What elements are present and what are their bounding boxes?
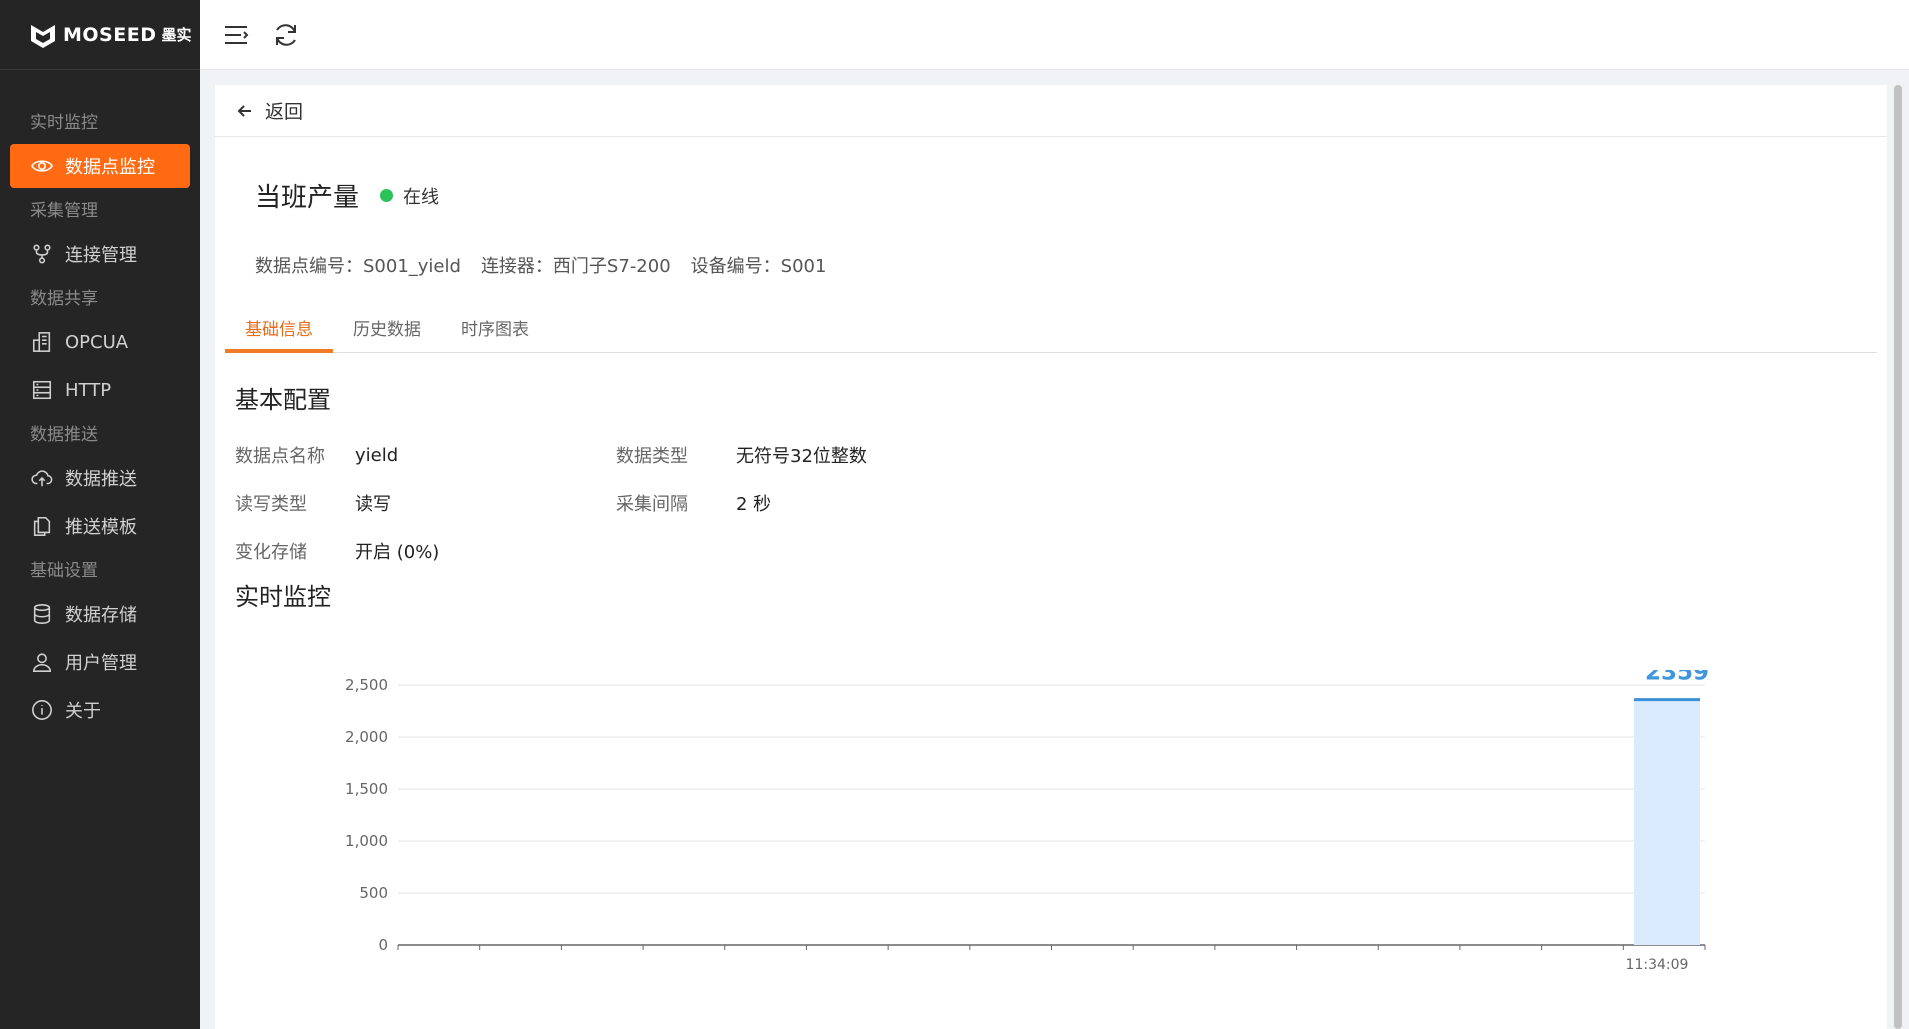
y-tick-label: 2,500 (345, 676, 388, 694)
realtime-chart: 0 500 1,000 1,500 2,000 2,500 2359 11:34:09 (310, 660, 1760, 1010)
sidebar-item-datapoint-monitor[interactable]: 数据点监控 (10, 144, 190, 188)
page-scrollbar[interactable] (1893, 85, 1903, 1029)
info-row: 数据点名称 yield 数据类型 无符号32位整数 (235, 431, 997, 479)
building-icon (30, 330, 54, 354)
sidebar-item-push-template[interactable]: 推送模板 (10, 504, 190, 548)
back-label: 返回 (265, 101, 304, 123)
y-tick-label: 1,500 (345, 780, 388, 798)
field-value: 读写 (355, 494, 391, 515)
field-value: 开启 (0%) (355, 542, 440, 563)
field-value: 2 秒 (736, 494, 772, 515)
status-dot (380, 189, 394, 202)
info-row: 变化存储 开启 (0%) (235, 527, 997, 575)
moseed-logo-icon (31, 24, 55, 48)
field-label: 变化存储 (235, 542, 307, 563)
sidebar-item-data-push[interactable]: 数据推送 (10, 456, 190, 500)
sidebar-item-about[interactable]: 关于 (10, 688, 190, 732)
sidebar-item-label: 数据点监控 (65, 157, 155, 178)
menu-toggle-button[interactable] (220, 19, 252, 51)
realtime-monitor-title: 实时监控 (235, 583, 331, 611)
sidebar-item-label: 连接管理 (65, 245, 137, 266)
status-badge: 在线 (403, 186, 440, 208)
sidebar-item-label: 数据存储 (65, 605, 137, 626)
sidebar-item-label: 用户管理 (65, 653, 137, 674)
sidebar-item-label: 数据推送 (65, 469, 137, 490)
field-label: 读写类型 (235, 494, 307, 515)
x-tick-label: 11:34:09 (1626, 957, 1689, 973)
title-row: 当班产量 在线 (255, 177, 439, 214)
connector-info: 连接器：西门子S7-200 (480, 256, 671, 277)
sidebar-item-label: 关于 (65, 701, 101, 722)
y-tick-label: 2,000 (345, 728, 388, 746)
point-code: 数据点编号：S001_yield (255, 256, 461, 277)
bar-data-label: 2359 (1645, 670, 1709, 686)
brand-cn: 墨实 (161, 26, 192, 44)
tab-timeseries-chart[interactable]: 时序图表 (441, 310, 549, 353)
nav-group-title: 数据推送 (30, 425, 98, 445)
info-row: 读写类型 读写 采集间隔 2 秒 (235, 479, 997, 527)
field-label: 数据类型 (616, 446, 688, 467)
nav-group-title: 基础设置 (30, 561, 98, 581)
field-value: yield (355, 444, 399, 466)
sidebar-nav: 实时监控 数据点监控 采集管理 连接管理 数据共享 OPCUA HTTP 数据推… (0, 70, 200, 732)
sidebar-item-http[interactable]: HTTP (10, 368, 190, 412)
sidebar-item-data-storage[interactable]: 数据存储 (10, 592, 190, 636)
device-code: 设备编号：S001 (690, 256, 827, 277)
nav-group-title: 采集管理 (30, 201, 98, 221)
scrollbar-thumb[interactable] (1894, 85, 1902, 1029)
tab-history-data[interactable]: 历史数据 (333, 310, 441, 353)
tab-basic-info[interactable]: 基础信息 (225, 310, 333, 353)
branch-icon (30, 242, 54, 266)
detail-card: 返回 当班产量 在线 数据点编号：S001_yield 连接器：西门子S7-20… (215, 85, 1887, 1029)
basic-config-title: 基本配置 (235, 386, 331, 414)
basic-config-grid: 数据点名称 yield 数据类型 无符号32位整数 读写类型 读写 采集间隔 2… (235, 431, 997, 575)
field-label: 数据点名称 (235, 446, 325, 467)
y-tick-label: 1,000 (345, 832, 388, 850)
chart-bar (1634, 699, 1700, 945)
y-tick-label: 500 (359, 884, 388, 902)
sidebar-item-label: HTTP (65, 379, 112, 401)
user-icon (30, 650, 54, 674)
meta-info: 数据点编号：S001_yield 连接器：西门子S7-200 设备编号：S001 (255, 252, 826, 278)
field-label: 采集间隔 (616, 494, 688, 515)
top-header (200, 0, 1909, 70)
menu-icon (225, 25, 249, 44)
info-icon (30, 698, 54, 722)
sidebar-item-label: OPCUA (65, 331, 129, 353)
arrow-left-icon (237, 104, 251, 117)
brand-logo[interactable]: MOSEED 墨实 (0, 0, 200, 70)
nav-group-title: 实时监控 (30, 113, 98, 133)
sidebar-item-connection[interactable]: 连接管理 (10, 232, 190, 276)
sidebar: MOSEED 墨实 实时监控 数据点监控 采集管理 连接管理 数据共享 OPCU… (0, 0, 200, 1029)
eye-icon (30, 154, 54, 178)
nav-group-title: 数据共享 (30, 289, 98, 309)
database-icon (30, 602, 54, 626)
page-title: 当班产量 (255, 183, 360, 213)
back-button[interactable]: 返回 (215, 85, 1887, 137)
cloud-upload-icon (30, 466, 54, 490)
refresh-button[interactable] (270, 19, 302, 51)
sidebar-item-label: 推送模板 (65, 517, 137, 538)
refresh-icon (276, 23, 296, 46)
sidebar-item-opcua[interactable]: OPCUA (10, 320, 190, 364)
y-tick-label: 0 (378, 936, 388, 954)
field-value: 无符号32位整数 (736, 446, 867, 467)
realtime-chart-svg: 0 500 1,000 1,500 2,000 2,500 2359 11:34:09 (345, 660, 1709, 973)
brand-name: MOSEED (63, 23, 157, 46)
server-icon (30, 378, 54, 402)
copy-icon (30, 514, 54, 538)
detail-tabs: 基础信息 历史数据 时序图表 (225, 310, 1877, 353)
sidebar-item-user-management[interactable]: 用户管理 (10, 640, 190, 684)
